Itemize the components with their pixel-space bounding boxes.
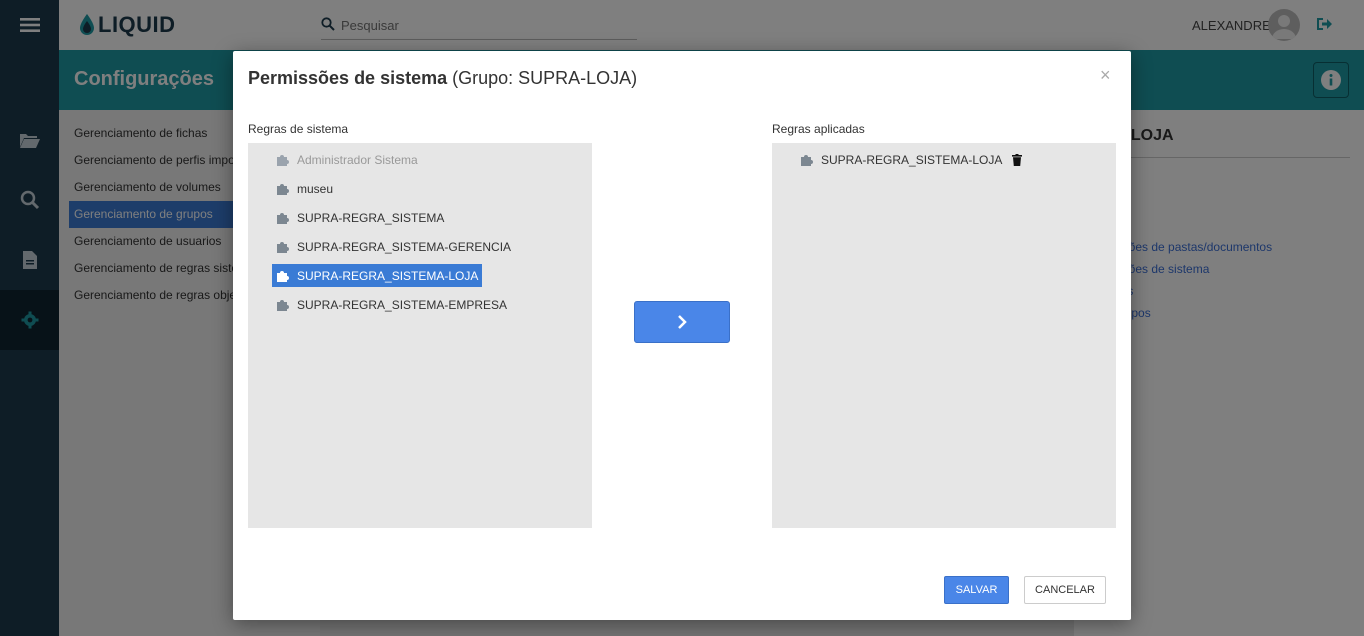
list-item[interactable]: SUPRA-REGRA_SISTEMA-LOJA [796, 148, 1006, 171]
system-permissions-dialog: Permissões de sistema (Grupo: SUPRA-LOJA… [233, 51, 1131, 620]
puzzle-icon [277, 184, 289, 195]
list-item[interactable]: SUPRA-REGRA_SISTEMA-GERENCIA [272, 235, 515, 258]
cancel-button[interactable]: CANCELAR [1024, 576, 1106, 604]
puzzle-icon [277, 155, 289, 166]
available-rules-list[interactable]: Administrador Sistema museu SUPRA-REGRA_… [248, 143, 592, 528]
list-item[interactable]: SUPRA-REGRA_SISTEMA-EMPRESA [272, 293, 511, 316]
rule-label: SUPRA-REGRA_SISTEMA [297, 210, 445, 225]
add-rule-button[interactable] [634, 301, 730, 343]
list-item[interactable]: SUPRA-REGRA_SISTEMA [272, 206, 448, 229]
trash-icon [1012, 154, 1022, 166]
dialog-title: Permissões de sistema (Grupo: SUPRA-LOJA… [248, 68, 637, 89]
applied-rules-label: Regras aplicadas [772, 122, 865, 136]
dialog-title-group: (Grupo: SUPRA-LOJA) [447, 68, 638, 88]
rule-label: SUPRA-REGRA_SISTEMA-GERENCIA [297, 239, 512, 254]
applied-rules-list[interactable]: SUPRA-REGRA_SISTEMA-LOJA [772, 143, 1116, 528]
dialog-title-bold: Permissões de sistema [248, 68, 448, 88]
list-item-selected[interactable]: SUPRA-REGRA_SISTEMA-LOJA [272, 264, 483, 287]
puzzle-icon [801, 155, 813, 166]
available-rules-label: Regras de sistema [248, 122, 349, 136]
list-item[interactable]: museu [272, 177, 337, 200]
puzzle-icon [277, 213, 289, 224]
remove-rule-button[interactable] [1012, 153, 1022, 171]
save-button[interactable]: SALVAR [944, 576, 1009, 604]
puzzle-icon [277, 300, 289, 311]
list-item[interactable]: Administrador Sistema [272, 148, 422, 171]
chevron-right-icon [678, 315, 687, 329]
rule-label: SUPRA-REGRA_SISTEMA-LOJA [821, 152, 1003, 167]
rule-label: SUPRA-REGRA_SISTEMA-LOJA [297, 268, 479, 283]
rule-label: SUPRA-REGRA_SISTEMA-EMPRESA [297, 297, 508, 312]
close-button[interactable]: × [1100, 65, 1111, 86]
puzzle-icon [277, 242, 289, 253]
rule-label: Administrador Sistema [297, 152, 418, 167]
puzzle-icon [277, 271, 289, 282]
rule-label: museu [297, 181, 334, 196]
